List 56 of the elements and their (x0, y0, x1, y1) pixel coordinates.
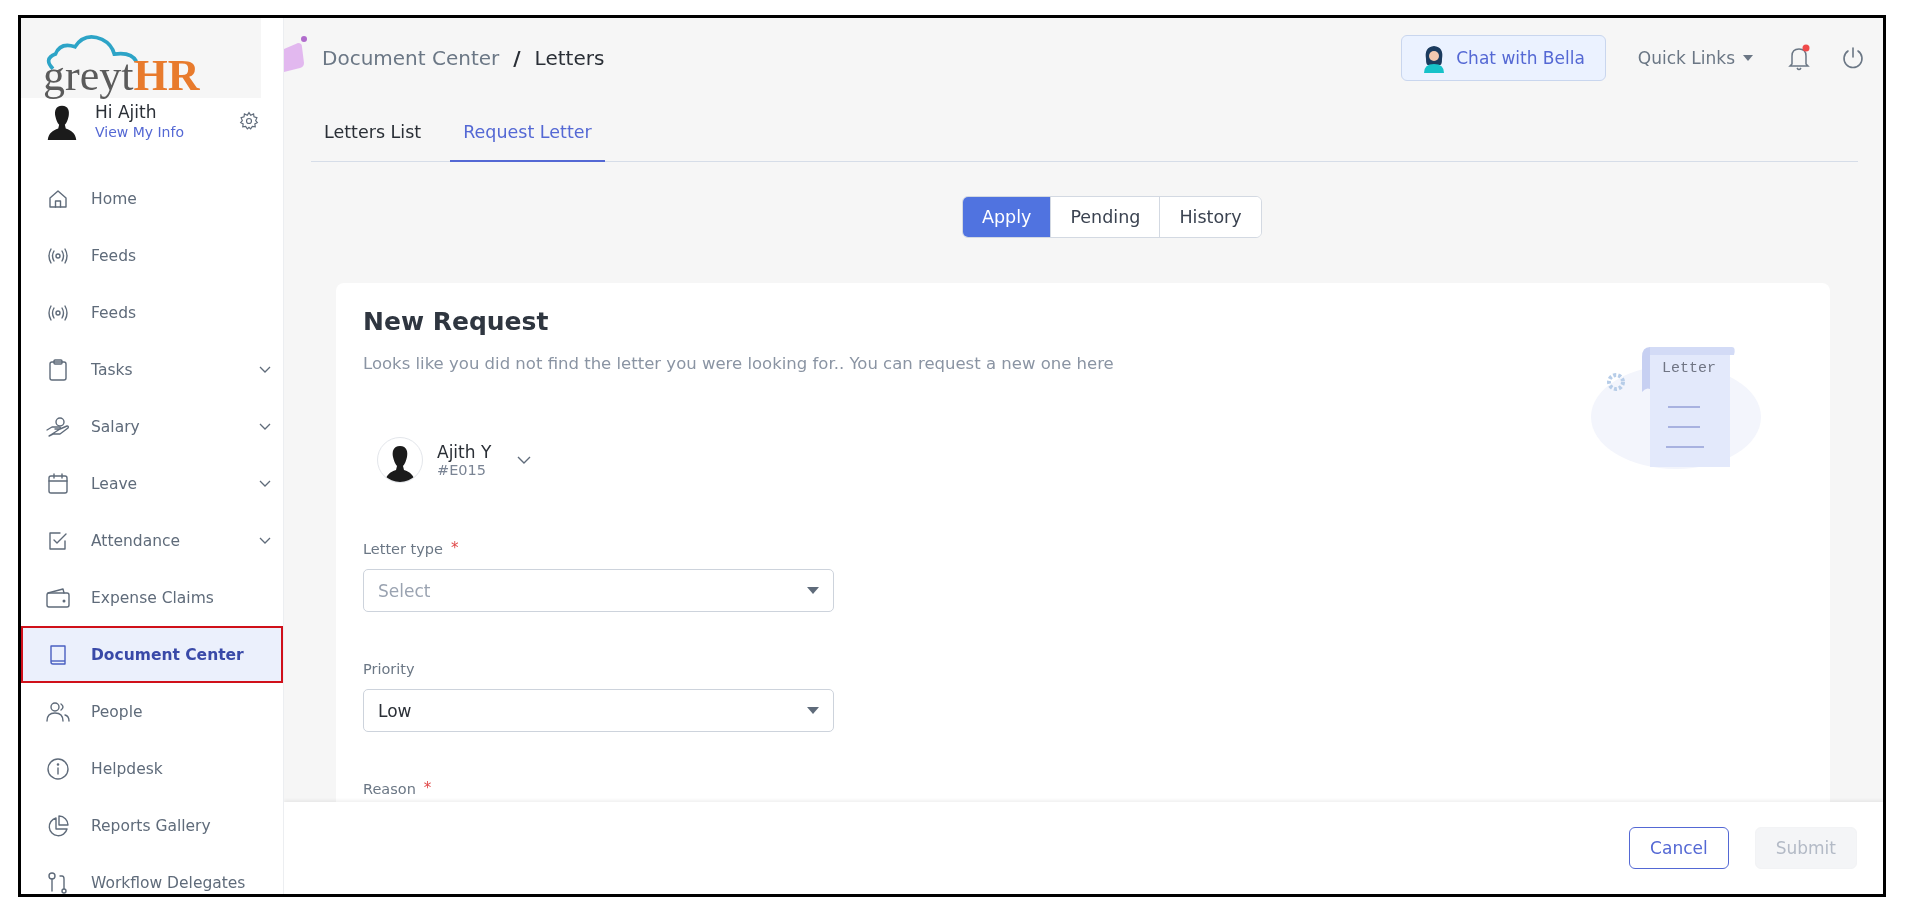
greeting-text: Hi Ajith (95, 102, 158, 122)
wallet-icon (45, 586, 71, 609)
hand-icon (45, 415, 71, 438)
tab[interactable]: Letters List (311, 104, 435, 162)
sidebar-item[interactable]: Expense Claims (21, 569, 283, 626)
field-label: Priority (363, 661, 415, 677)
sidebar-item[interactable]: Feeds (21, 284, 283, 341)
select-field[interactable]: Low (363, 689, 834, 732)
cancel-button[interactable]: Cancel (1629, 827, 1729, 869)
breadcrumb-current: Letters (534, 46, 605, 70)
breadcrumb-separator: / (513, 46, 521, 70)
segment-button[interactable]: Apply (963, 197, 1051, 237)
sidebar-item[interactable]: Leave (21, 455, 283, 512)
sidebar-item[interactable]: Attendance (21, 512, 283, 569)
info-icon (46, 756, 70, 781)
employee-id: #E015 (437, 462, 487, 478)
field-label: Letter type (363, 541, 443, 557)
calendar-icon (46, 471, 70, 496)
chevron-down-icon[interactable] (517, 455, 532, 465)
segment-button[interactable]: History (1159, 197, 1261, 237)
employee-avatar (377, 437, 423, 483)
field-label: Reason (363, 781, 416, 797)
people-icon (45, 700, 71, 723)
home-icon (47, 187, 69, 210)
book-icon (47, 642, 69, 667)
pie-chart-icon (46, 813, 70, 838)
card-title: New Request (363, 307, 550, 336)
required-asterisk: * (423, 781, 432, 796)
tab[interactable]: Request Letter (450, 104, 605, 162)
caret-icon (807, 707, 819, 714)
notification-bell-icon[interactable] (1787, 44, 1811, 72)
decorative-shape-drawing (284, 35, 310, 75)
sidebar-item[interactable]: Workflow Delegates (21, 854, 283, 894)
sidebar-item[interactable]: Reports Gallery (21, 797, 283, 854)
sidebar-item[interactable]: Salary (21, 398, 283, 455)
settings-icon[interactable] (239, 111, 259, 131)
person-icon (1422, 43, 1447, 73)
sidebar-item[interactable]: Tasks (21, 341, 283, 398)
breadcrumb-link[interactable]: Document Center (322, 46, 500, 70)
quick-links-menu[interactable]: Quick Links (1633, 44, 1757, 72)
sidebar-item[interactable]: Document Center (21, 626, 283, 683)
clipboard-icon (47, 357, 69, 382)
sidebar-item[interactable]: Feeds (21, 227, 283, 284)
greythr-logo: greytHR (21, 18, 261, 98)
employee-name: Ajith Y (437, 442, 492, 462)
sidebar-item[interactable]: Home (21, 170, 283, 227)
chat-button[interactable]: Chat with Bella (1401, 35, 1606, 81)
card-subtitle: Looks like you did not find the letter you were looking for.. You can request a new one here (363, 354, 1114, 373)
caret-icon (807, 587, 819, 594)
sidebar-item[interactable]: People (21, 683, 283, 740)
caret-icon (1743, 55, 1753, 61)
power-icon[interactable] (1841, 46, 1865, 70)
view-my-info-link[interactable]: View My Info (95, 124, 184, 140)
required-asterisk: * (451, 541, 459, 556)
sidebar-item[interactable]: Helpdesk (21, 740, 283, 797)
nodes-icon (46, 870, 70, 894)
